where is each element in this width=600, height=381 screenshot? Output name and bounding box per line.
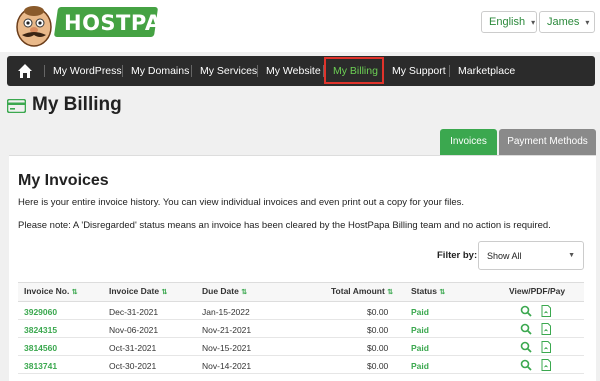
credit-card-icon bbox=[7, 99, 26, 113]
tab-invoices[interactable]: Invoices bbox=[440, 129, 497, 155]
chevron-down-icon: ▾ bbox=[585, 18, 590, 27]
main-nav: My WordPress My Domains My Services My W… bbox=[7, 56, 595, 86]
chevron-down-icon: ▼ bbox=[568, 252, 575, 259]
home-icon[interactable] bbox=[17, 63, 33, 79]
sort-icon: ⇅ bbox=[241, 289, 248, 296]
total-amount: $0.00 bbox=[367, 325, 389, 335]
table-header: Invoice No. ⇅ Invoice Date ⇅ Due Date ⇅ … bbox=[18, 282, 584, 302]
mascot-icon bbox=[16, 6, 52, 47]
filter-value: Show All bbox=[487, 251, 522, 261]
filter-label: Filter by: bbox=[437, 250, 478, 261]
nav-divider bbox=[44, 65, 45, 77]
nav-item-my-website[interactable]: My Website bbox=[266, 56, 321, 86]
sort-icon: ⇅ bbox=[439, 289, 446, 296]
language-select[interactable]: English ▾ bbox=[481, 11, 537, 33]
invoice-number-link[interactable]: 3813741 bbox=[24, 361, 57, 371]
nav-divider bbox=[122, 65, 123, 77]
invoices-title: My Invoices bbox=[18, 172, 109, 189]
invoices-intro: Here is your entire invoice history. You… bbox=[18, 197, 465, 208]
sort-icon: ⇅ bbox=[71, 289, 78, 296]
table-row: 3824315 Nov-06-2021 Nov-21-2021 $0.00 Pa… bbox=[18, 321, 584, 338]
status-badge: Paid bbox=[411, 361, 429, 371]
sort-icon: ⇅ bbox=[161, 289, 168, 296]
logo-text: HOSTPAPA bbox=[64, 11, 193, 35]
user-name: James bbox=[547, 16, 580, 28]
due-date: Jan-15-2022 bbox=[202, 307, 250, 317]
column-header-due-date[interactable]: Due Date ⇅ bbox=[202, 286, 247, 296]
view-invoice-icon[interactable] bbox=[520, 305, 532, 317]
invoice-number-link[interactable]: 3824315 bbox=[24, 325, 57, 335]
nav-divider bbox=[191, 65, 192, 77]
filter-select[interactable]: Show All ▼ bbox=[478, 241, 584, 270]
invoices-note: Please note: A 'Disregarded' status mean… bbox=[18, 220, 551, 231]
invoice-number-link[interactable]: 3814560 bbox=[24, 343, 57, 353]
invoice-date: Oct-31-2021 bbox=[109, 343, 157, 353]
invoice-number-link[interactable]: 3929060 bbox=[24, 307, 57, 317]
pdf-icon[interactable] bbox=[540, 359, 552, 371]
table-row: 3929060 Dec-31-2021 Jan-15-2022 $0.00 Pa… bbox=[18, 303, 584, 320]
header: HOSTPAPA English ▾ James ▾ bbox=[0, 0, 600, 52]
column-header-status[interactable]: Status ⇅ bbox=[411, 286, 445, 296]
hostpapa-logo[interactable]: HOSTPAPA bbox=[6, 0, 192, 50]
nav-item-my-services[interactable]: My Services bbox=[200, 56, 257, 86]
pdf-icon[interactable] bbox=[540, 341, 552, 353]
language-value: English bbox=[489, 16, 526, 28]
nav-divider bbox=[449, 65, 450, 77]
due-date: Nov-14-2021 bbox=[202, 361, 252, 371]
tab-payment-methods[interactable]: Payment Methods bbox=[499, 129, 596, 155]
invoice-date: Nov-06-2021 bbox=[109, 325, 159, 335]
total-amount: $0.00 bbox=[367, 343, 389, 353]
invoice-date: Dec-31-2021 bbox=[109, 307, 159, 317]
pdf-icon[interactable] bbox=[540, 305, 552, 317]
column-header-actions: View/PDF/Pay bbox=[509, 286, 566, 296]
nav-item-my-support[interactable]: My Support bbox=[392, 56, 446, 86]
due-date: Nov-21-2021 bbox=[202, 325, 252, 335]
chevron-down-icon: ▾ bbox=[531, 18, 536, 27]
table-row: 3814560 Oct-31-2021 Nov-15-2021 $0.00 Pa… bbox=[18, 339, 584, 356]
due-date: Nov-15-2021 bbox=[202, 343, 252, 353]
pdf-icon[interactable] bbox=[540, 323, 552, 335]
view-invoice-icon[interactable] bbox=[520, 359, 532, 371]
table-row: 3813741 Oct-30-2021 Nov-14-2021 $0.00 Pa… bbox=[18, 357, 584, 374]
total-amount: $0.00 bbox=[367, 361, 389, 371]
column-header-total-amount[interactable]: Total Amount ⇅ bbox=[331, 286, 393, 296]
column-header-invoice-date[interactable]: Invoice Date ⇅ bbox=[109, 286, 167, 296]
active-nav-highlight bbox=[324, 57, 384, 84]
column-header-invoice-no[interactable]: Invoice No. ⇅ bbox=[24, 286, 78, 296]
nav-divider bbox=[257, 65, 258, 77]
view-invoice-icon[interactable] bbox=[520, 323, 532, 335]
user-menu[interactable]: James ▾ bbox=[539, 11, 595, 33]
nav-item-my-wordpress[interactable]: My WordPress bbox=[53, 56, 122, 86]
sort-icon: ⇅ bbox=[387, 289, 394, 296]
invoice-date: Oct-30-2021 bbox=[109, 361, 157, 371]
page-title: My Billing bbox=[32, 94, 122, 115]
status-badge: Paid bbox=[411, 343, 429, 353]
status-badge: Paid bbox=[411, 307, 429, 317]
status-badge: Paid bbox=[411, 325, 429, 335]
total-amount: $0.00 bbox=[367, 307, 389, 317]
nav-item-my-domains[interactable]: My Domains bbox=[131, 56, 189, 86]
view-invoice-icon[interactable] bbox=[520, 341, 532, 353]
nav-item-marketplace[interactable]: Marketplace bbox=[458, 56, 515, 86]
